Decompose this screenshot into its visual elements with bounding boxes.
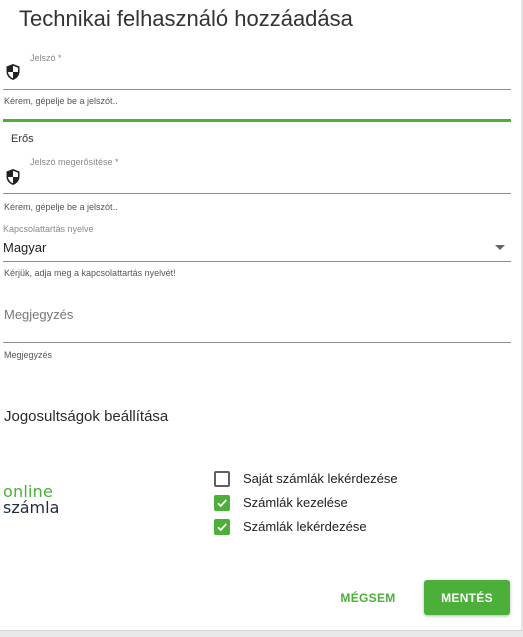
logo-line-2: számla: [3, 498, 60, 517]
shield-icon: [5, 168, 21, 186]
password-strength-bar: [3, 119, 511, 122]
note-input[interactable]: Megjegyzés: [4, 307, 73, 322]
chevron-down-icon[interactable]: [495, 245, 505, 250]
dialog-title: Technikai felhasználó hozzáadása: [19, 6, 353, 31]
password-confirm-label: Jelszó megerősítése *: [30, 157, 119, 167]
language-underline: [3, 261, 511, 262]
shield-icon: [5, 63, 21, 81]
online-szamla-logo: online számla: [3, 484, 73, 518]
password-underline: [3, 89, 511, 90]
password-confirm-input[interactable]: [30, 170, 510, 192]
permission-label: Saját számlák lekérdezése: [243, 471, 398, 486]
save-button[interactable]: MENTÉS: [424, 580, 510, 615]
checkbox-checked[interactable]: [214, 519, 230, 535]
permission-label: Számlák kezelése: [243, 495, 348, 510]
password-strength-label: Erős: [11, 133, 34, 145]
note-underline: [3, 342, 511, 343]
check-icon: [217, 499, 227, 508]
checkbox-checked[interactable]: [214, 495, 230, 511]
checkbox-unchecked[interactable]: [214, 471, 230, 487]
password-input[interactable]: [30, 66, 510, 88]
permission-label: Számlák lekérdezése: [243, 519, 367, 534]
password-confirm-hint: Kérem, gépelje be a jelszót..: [4, 202, 118, 212]
language-label: Kapcsolattartás nyelve: [3, 224, 94, 234]
cancel-button[interactable]: MÉGSEM: [330, 581, 406, 615]
language-select[interactable]: Magyar: [3, 240, 46, 255]
password-confirm-underline: [3, 193, 511, 194]
language-hint: Kérjük, adja meg a kapcsolattartás nyelv…: [4, 268, 176, 278]
permissions-title: Jogosultságok beállítása: [4, 408, 169, 425]
note-hint: Megjegyzés: [4, 350, 53, 360]
check-icon: [217, 523, 227, 532]
password-label: Jelszó *: [30, 53, 62, 63]
password-hint: Kérem, gépelje be a jelszót..: [4, 96, 118, 106]
dialog-bottom-edge: [0, 630, 523, 637]
